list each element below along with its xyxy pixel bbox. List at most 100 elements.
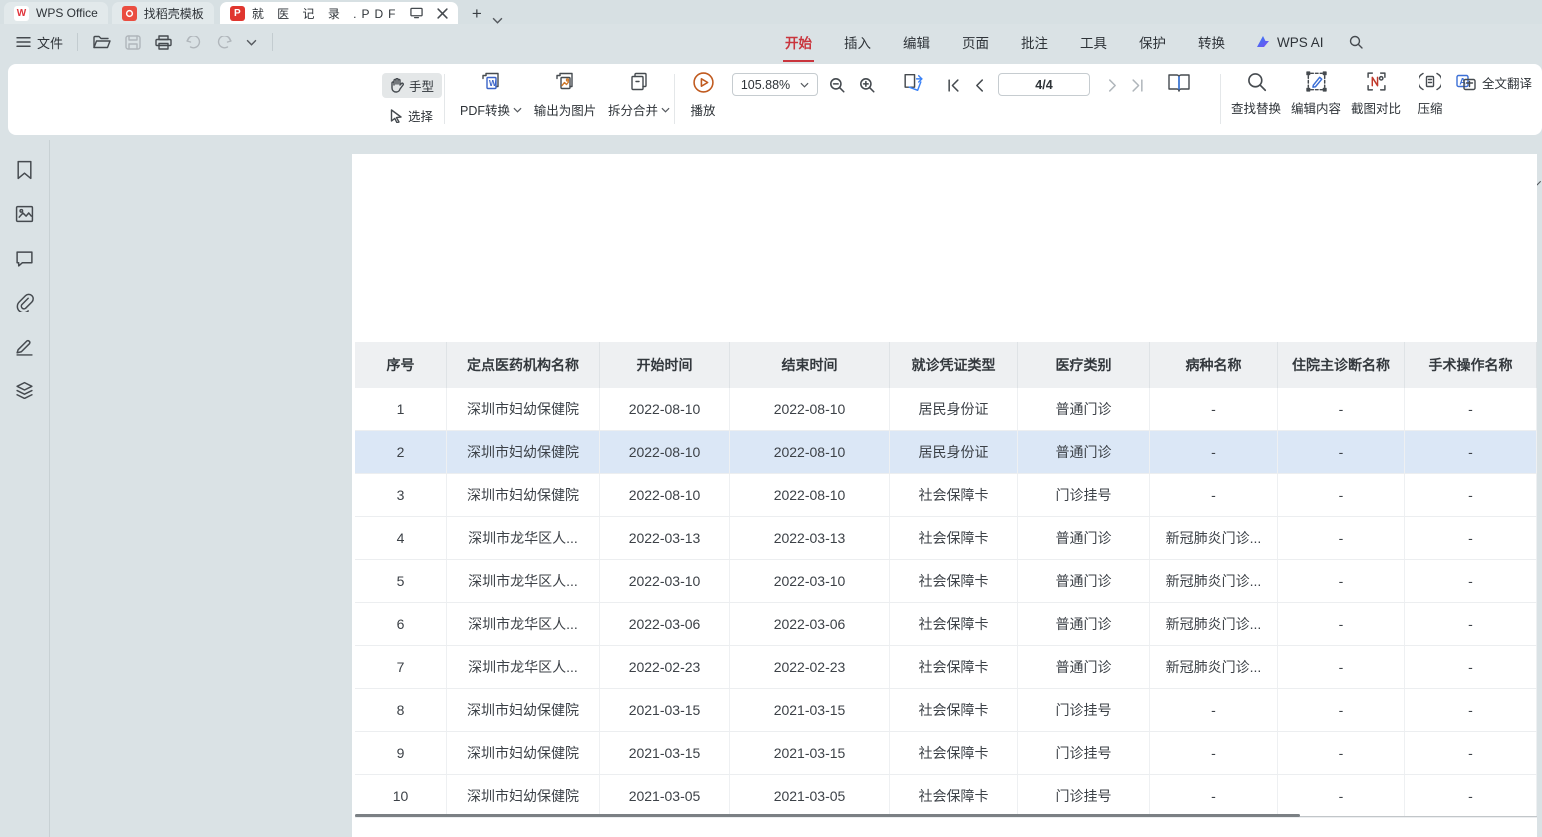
table-row[interactable]: 1深圳市妇幼保健院2022-08-102022-08-10居民身份证普通门诊--… [355, 388, 1537, 431]
menu-tools[interactable]: 工具 [1064, 26, 1123, 58]
last-page-button[interactable] [1124, 73, 1150, 97]
table-cell: 5 [355, 560, 447, 602]
zoom-level-select[interactable]: 105.88% [732, 73, 818, 96]
table-cell: 8 [355, 689, 447, 731]
screenshot-compare-button[interactable]: 截图对比 [1346, 71, 1406, 117]
table-cell: 社会保障卡 [890, 689, 1018, 731]
table-cell: 1 [355, 388, 447, 430]
quick-toolbar-chevron-icon[interactable] [239, 39, 264, 46]
table-cell: 新冠肺炎门诊... [1150, 517, 1278, 559]
new-tab-button[interactable]: + [472, 4, 482, 24]
header-cell: 住院主诊断名称 [1278, 342, 1405, 388]
comment-icon [15, 250, 34, 267]
tab-bar: W WPS Office 找稻壳模板 P 就 医 记 录 .PDF + [0, 0, 1542, 24]
open-file-button[interactable] [86, 35, 118, 50]
print-button[interactable] [148, 35, 179, 50]
pdf-page[interactable]: 序号定点医药机构名称开始时间结束时间就诊凭证类型医疗类别病种名称住院主诊断名称手… [352, 154, 1537, 837]
chevron-down-icon [800, 82, 809, 88]
close-tab-icon[interactable] [437, 8, 448, 19]
compress-button[interactable]: 压缩 [1406, 71, 1454, 117]
wps-ai-button[interactable]: WPS AI [1241, 35, 1338, 50]
table-cell: 6 [355, 603, 447, 645]
wps-ai-label: WPS AI [1277, 35, 1324, 50]
play-button[interactable]: 播放 [680, 71, 726, 119]
edit-content-button[interactable]: 编辑内容 [1286, 71, 1346, 117]
table-row[interactable]: 9深圳市妇幼保健院2021-03-152021-03-15社会保障卡门诊挂号--… [355, 732, 1537, 775]
read-mode-button[interactable] [1164, 71, 1194, 95]
search-icon[interactable] [1348, 34, 1364, 50]
menu-edit[interactable]: 编辑 [887, 26, 946, 58]
hand-tool-button[interactable]: 手型 [382, 73, 442, 98]
comments-panel-button[interactable] [13, 246, 37, 270]
signature-panel-button[interactable] [13, 334, 37, 358]
tab-docer-templates[interactable]: 找稻壳模板 [112, 2, 214, 24]
table-row[interactable]: 7深圳市龙华区人...2022-02-232022-02-23社会保障卡普通门诊… [355, 646, 1537, 689]
file-menu-button[interactable]: 文件 [10, 33, 69, 52]
undo-button[interactable] [179, 36, 209, 49]
menu-home[interactable]: 开始 [769, 26, 828, 58]
table-row[interactable]: 6深圳市龙华区人...2022-03-062022-03-06社会保障卡普通门诊… [355, 603, 1537, 646]
redo-button[interactable] [209, 36, 239, 49]
bookmarks-panel-button[interactable] [13, 158, 37, 182]
table-cell: - [1278, 388, 1405, 430]
table-row[interactable]: 2深圳市妇幼保健院2022-08-102022-08-10居民身份证普通门诊--… [355, 431, 1537, 474]
table-cell: 普通门诊 [1018, 431, 1150, 473]
attachments-panel-button[interactable] [13, 290, 37, 314]
export-image-button[interactable]: 输出为图片 [528, 71, 602, 119]
table-cell: - [1150, 431, 1278, 473]
page-number-input[interactable]: 4/4 [998, 73, 1090, 96]
tab-medical-record-pdf[interactable]: P 就 医 记 录 .PDF [220, 2, 458, 24]
menu-convert[interactable]: 转换 [1182, 26, 1241, 58]
select-tool-button[interactable]: 选择 [382, 103, 442, 128]
menu-insert[interactable]: 插入 [828, 26, 887, 58]
svg-text:A: A [1459, 77, 1466, 87]
thumbnails-panel-button[interactable] [13, 202, 37, 226]
table-cell: 2022-03-10 [730, 560, 890, 602]
table-cell: 2022-03-13 [730, 517, 890, 559]
tab-list-chevron-icon[interactable] [492, 17, 503, 24]
tab-label: 找稻壳模板 [144, 5, 204, 22]
first-page-button[interactable] [940, 73, 966, 97]
wps-ai-logo-icon [1255, 35, 1271, 49]
table-row[interactable]: 3深圳市妇幼保健院2022-08-102022-08-10社会保障卡门诊挂号--… [355, 474, 1537, 517]
ribbon-toolbar: 手型 选择 W PDF转换 输出为图片 拆分合并 播放 105.88% [8, 64, 1542, 135]
prev-page-button[interactable] [966, 73, 992, 97]
zoom-out-button[interactable] [824, 73, 850, 97]
chevron-down-icon [513, 107, 522, 113]
table-cell: 3 [355, 474, 447, 516]
table-cell: 普通门诊 [1018, 517, 1150, 559]
menu-page[interactable]: 页面 [946, 26, 1005, 58]
table-row[interactable]: 8深圳市妇幼保健院2021-03-152021-03-15社会保障卡门诊挂号--… [355, 689, 1537, 732]
screen-share-icon[interactable] [410, 7, 423, 19]
next-page-button[interactable] [1100, 73, 1126, 97]
table-row[interactable]: 5深圳市龙华区人...2022-03-102022-03-10社会保障卡普通门诊… [355, 560, 1537, 603]
find-replace-icon [1246, 71, 1267, 92]
tab-wps-office[interactable]: W WPS Office [4, 2, 108, 24]
rotate-doc-button[interactable] [896, 71, 930, 95]
table-cell: 2022-08-10 [600, 388, 730, 430]
zoom-value: 105.88% [741, 78, 790, 92]
layers-panel-button[interactable] [13, 378, 37, 402]
table-cell: 门诊挂号 [1018, 689, 1150, 731]
first-page-icon [947, 79, 960, 92]
full-translate-button[interactable]: A 全文翻译 [1456, 73, 1532, 92]
table-row[interactable]: 4深圳市龙华区人...2022-03-132022-03-13社会保障卡普通门诊… [355, 517, 1537, 560]
header-cell: 开始时间 [600, 342, 730, 388]
play-label: 播放 [690, 100, 715, 119]
menu-protect[interactable]: 保护 [1123, 26, 1182, 58]
table-cell: 深圳市龙华区人... [447, 560, 600, 602]
full-translate-label: 全文翻译 [1482, 73, 1532, 92]
table-cell: 新冠肺炎门诊... [1150, 560, 1278, 602]
pdf-to-word-icon: W [480, 71, 502, 94]
menu-annotate[interactable]: 批注 [1005, 26, 1064, 58]
table-row[interactable]: 10深圳市妇幼保健院2021-03-052021-03-05社会保障卡门诊挂号-… [355, 775, 1537, 818]
save-button[interactable] [118, 35, 148, 50]
table-cell: 2021-03-15 [600, 732, 730, 774]
split-merge-button[interactable]: 拆分合并 [602, 71, 676, 119]
divider [444, 74, 445, 124]
table-cell: 2022-08-10 [730, 388, 890, 430]
find-replace-button[interactable]: 查找替换 [1226, 71, 1286, 117]
pdf-convert-button[interactable]: W PDF转换 [454, 71, 528, 119]
zoom-in-button[interactable] [854, 73, 880, 97]
horizontal-scrollbar[interactable] [355, 814, 1300, 817]
